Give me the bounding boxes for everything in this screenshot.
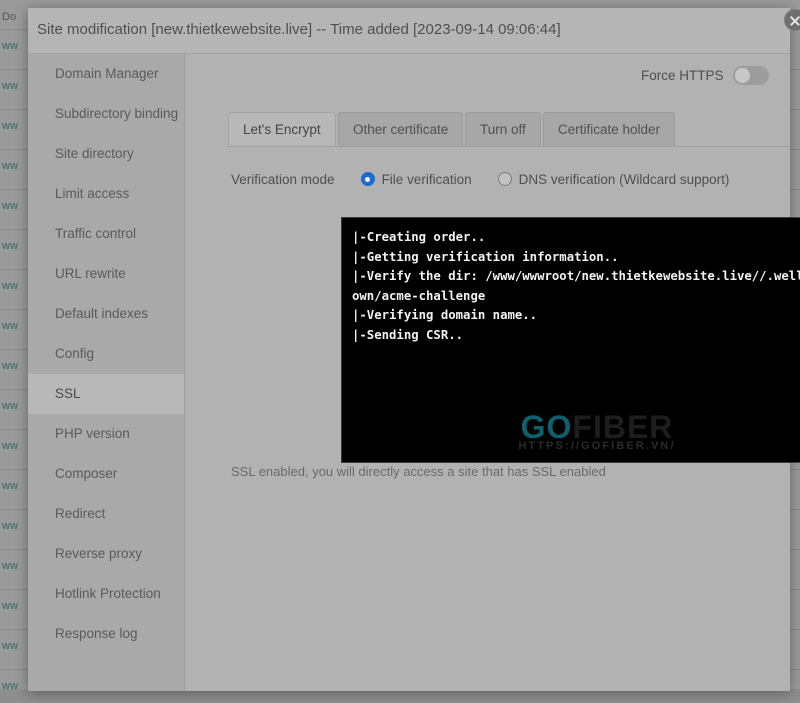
gofiber-watermark: GOFIBER HTTPS://GOFIBER.VN/: [502, 410, 692, 452]
watermark-brand-first: GO: [520, 409, 573, 445]
watermark-brand: GOFIBER: [502, 410, 692, 444]
sidebar-item-redirect[interactable]: Redirect: [28, 494, 184, 534]
sidebar-item-url-rewrite[interactable]: URL rewrite: [28, 254, 184, 294]
sidebar-item-label: Response log: [55, 626, 138, 641]
ssl-enabled-note: SSL enabled, you will directly access a …: [231, 464, 606, 479]
terminal-output: |-Creating order.. |-Getting verification…: [352, 228, 800, 345]
terminal-line: |-Verifying domain name..: [352, 308, 538, 322]
sidebar-item-subdirectory-binding[interactable]: Subdirectory binding: [28, 94, 184, 134]
sidebar-item-label: Default indexes: [55, 306, 149, 321]
sidebar-item-label: Composer: [55, 466, 118, 481]
site-modification-dialog: Site modification [new.thietkewebsite.li…: [28, 8, 800, 691]
sidebar-item-ssl[interactable]: SSL: [28, 374, 184, 414]
close-icon[interactable]: [784, 9, 800, 31]
sidebar-item-default-indexes[interactable]: Default indexes: [28, 294, 184, 334]
sidebar-item-label: Site directory: [55, 146, 134, 161]
dialog-body: Domain Manager Subdirectory binding Site d…: [28, 54, 800, 691]
ssl-panel: Let's Encrypt Other certificate Turn off Ce…: [186, 54, 800, 691]
verification-mode-row: Verification mode File verification DNS …: [231, 167, 755, 191]
tab-label: Certificate holder: [558, 122, 661, 137]
watermark-url: HTTPS://GOFIBER.VN/: [518, 440, 676, 452]
page-root: Do ww ww ww ww ww ww ww ww ww ww ww ww ww ww ww ww ww Sit…: [0, 0, 800, 703]
ssl-log-terminal[interactable]: GOFIBER HTTPS://GOFIBER.VN/ |-Creating o…: [341, 217, 800, 463]
radio-dns-verification[interactable]: DNS verification (Wildcard support): [497, 171, 730, 187]
sidebar-item-label: Reverse proxy: [55, 546, 143, 561]
tab-other-certificate[interactable]: Other certificate: [338, 112, 464, 147]
sidebar-item-label: Subdirectory binding: [55, 106, 179, 121]
settings-sidebar: Domain Manager Subdirectory binding Site d…: [28, 54, 185, 691]
sidebar-item-label: Hotlink Protection: [55, 586, 161, 601]
sidebar-item-reverse-proxy[interactable]: Reverse proxy: [28, 534, 184, 574]
radio-dns-verification-label: DNS verification (Wildcard support): [518, 171, 730, 187]
sidebar-item-composer[interactable]: Composer: [28, 454, 184, 494]
sidebar-item-label: SSL: [55, 386, 81, 401]
radio-file-verification[interactable]: File verification: [360, 171, 472, 187]
terminal-line: |-Sending CSR..: [352, 327, 464, 342]
sidebar-item-site-directory[interactable]: Site directory: [28, 134, 184, 174]
sidebar-item-limit-access[interactable]: Limit access: [28, 174, 184, 214]
tab-underline: [228, 146, 790, 147]
tab-label: Let's Encrypt: [243, 122, 321, 137]
force-https-control[interactable]: Force HTTPS: [641, 62, 769, 88]
sidebar-item-response-log[interactable]: Response log: [28, 614, 184, 654]
tab-label: Other certificate: [353, 122, 449, 137]
verification-mode-label: Verification mode: [231, 171, 335, 187]
terminal-line: |-Verify the dir: /www/wwwroot/new.thiet…: [352, 269, 800, 303]
sidebar-item-domain-manager[interactable]: Domain Manager: [28, 54, 184, 94]
dialog-titlebar: Site modification [new.thietkewebsite.li…: [28, 8, 790, 54]
sidebar-item-php-version[interactable]: PHP version: [28, 414, 184, 454]
toggle-knob: [734, 67, 750, 83]
force-https-label: Force HTTPS: [641, 67, 724, 83]
background-footer-bar: [0, 689, 800, 703]
sidebar-item-label: URL rewrite: [55, 266, 126, 281]
radio-dot-icon: [497, 172, 512, 186]
terminal-line: |-Creating order..: [352, 230, 486, 244]
page-title: Site modification [new.thietkewebsite.li…: [37, 21, 561, 38]
force-https-toggle[interactable]: [732, 65, 769, 85]
sidebar-item-hotlink-protection[interactable]: Hotlink Protection: [28, 574, 184, 614]
tab-certificate-holder[interactable]: Certificate holder: [543, 112, 676, 147]
radio-dot-icon: [360, 172, 375, 186]
tab-label: Turn off: [480, 122, 526, 137]
terminal-line: |-Getting verification information..: [352, 249, 619, 264]
tab-let-s-encrypt[interactable]: Let's Encrypt: [228, 112, 336, 147]
sidebar-item-traffic-control[interactable]: Traffic control: [28, 214, 184, 254]
sidebar-item-label: Limit access: [55, 186, 130, 201]
radio-file-verification-label: File verification: [381, 171, 472, 187]
sidebar-item-label: Traffic control: [55, 226, 137, 241]
sidebar-item-label: Redirect: [55, 506, 106, 521]
watermark-brand-second: FIBER: [572, 409, 674, 445]
sidebar-item-config[interactable]: Config: [28, 334, 184, 374]
sidebar-item-label: Config: [55, 346, 95, 361]
tab-turn-off[interactable]: Turn off: [465, 112, 541, 147]
certificate-tabs: Let's Encrypt Other certificate Turn off Ce…: [228, 112, 788, 147]
sidebar-item-label: PHP version: [55, 426, 130, 441]
sidebar-item-label: Domain Manager: [55, 66, 159, 81]
